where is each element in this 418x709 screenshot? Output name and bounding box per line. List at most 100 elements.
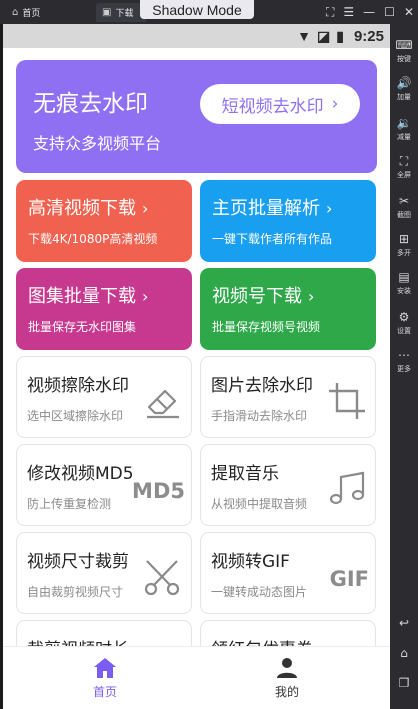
side-button-label: 加量	[397, 93, 411, 101]
chevron-right-icon: ›	[326, 199, 333, 218]
hero-title: 无痕去水印	[33, 91, 148, 117]
tool-crop-video-size[interactable]: 视频尺寸裁剪 自由裁剪视频尺寸	[16, 532, 192, 614]
eraser-icon	[147, 389, 179, 419]
side-button-install[interactable]: ▤ 安装	[390, 270, 418, 296]
feature-card-subtitle: 批量保存视频号视频	[212, 320, 321, 334]
menu-icon[interactable]: ☰	[343, 5, 354, 19]
window-controls: ⛶ ☰ — ☐ ✕	[326, 2, 414, 22]
side-button-volume-down[interactable]: 🔉 减量	[390, 116, 418, 142]
emulator-tab-label: 下载	[115, 9, 134, 19]
tool-video-erase-watermark[interactable]: 视频擦除水印 选中区域擦除水印	[16, 356, 192, 438]
feature-card-title: 高清视频下载	[28, 198, 136, 219]
app-icon: ▣	[102, 7, 112, 18]
back-icon: ↩	[398, 616, 410, 630]
side-button-volume-up[interactable]: 🔊 加量	[390, 76, 418, 102]
tool-title: 视频擦除水印	[27, 376, 129, 396]
home-icon	[94, 658, 116, 678]
side-button-label: 多开	[397, 249, 411, 257]
side-button-label: 截图	[397, 211, 411, 219]
close-icon[interactable]: ✕	[404, 5, 414, 19]
side-button-label: 按键	[397, 55, 411, 63]
tool-trim-video-duration[interactable]: 裁剪视频时长	[16, 620, 192, 646]
md5-icon: MD5	[132, 479, 185, 503]
side-button-keys[interactable]: ⌨ 按键	[390, 38, 418, 64]
status-bar: ▼ ◪ ▮ 9:25	[3, 24, 390, 48]
side-button-label: 减量	[397, 133, 411, 141]
feature-card-title: 图集批量下载	[28, 286, 136, 307]
feature-card-channels-download[interactable]: 视频号下载 › 批量保存视频号视频	[200, 268, 376, 350]
feature-card-subtitle: 一键下载作者所有作品	[212, 232, 333, 246]
shadow-mode-label: Shadow Mode	[140, 0, 254, 19]
nav-home[interactable]: 首页	[45, 647, 165, 709]
recents-icon: ❐	[398, 676, 410, 690]
multi-instance-icon: ⊞	[398, 232, 410, 246]
side-button-label: 安装	[397, 287, 411, 295]
gear-icon: ⚙	[398, 310, 410, 324]
feature-card-hd-download[interactable]: 高清视频下载 › 下载4K/1080P高清视频	[16, 180, 192, 262]
tool-red-envelope-coupon[interactable]: 领红包优惠券	[200, 620, 376, 646]
side-button-screenshot[interactable]: ✂ 截图	[390, 194, 418, 220]
nav-me-label: 我的	[274, 685, 299, 699]
tool-subtitle: 一键转成动态图片	[211, 585, 308, 599]
side-button-settings[interactable]: ⚙ 设置	[390, 310, 418, 336]
maximize-icon[interactable]: ☐	[384, 5, 395, 19]
fullscreen-icon: ⛶	[399, 154, 409, 168]
tool-video-to-gif[interactable]: 视频转GIF 一键转成动态图片 GIF	[200, 532, 376, 614]
emulator-tab-home[interactable]: ⌂ 首页	[6, 3, 86, 22]
hero-button-label: 短视频去水印	[221, 96, 324, 117]
tool-subtitle: 从视频中提取音频	[211, 497, 308, 511]
tool-title: 提取音乐	[211, 464, 279, 484]
bottom-navigation: 首页 我的	[3, 646, 390, 709]
scissors-icon	[144, 560, 180, 596]
feature-card-subtitle: 下载4K/1080P高清视频	[28, 232, 158, 246]
android-home-button[interactable]: ⌂	[390, 646, 418, 660]
hero-subtitle: 支持众多视频平台	[33, 134, 162, 153]
feature-card-gallery-download[interactable]: 图集批量下载 › 批量保存无水印图集	[16, 268, 192, 350]
tool-title: 领红包优惠券	[211, 635, 313, 646]
android-back-button[interactable]: ↩	[390, 616, 418, 630]
gif-icon: GIF	[329, 567, 369, 591]
tool-subtitle: 手指滑动去除水印	[211, 409, 308, 423]
crop-icon	[329, 383, 365, 419]
feature-card-title: 视频号下载	[212, 286, 302, 307]
chevron-right-icon: ›	[308, 287, 315, 306]
side-button-label: 更多	[397, 365, 411, 373]
tool-title: 视频尺寸裁剪	[27, 552, 129, 572]
minimize-icon[interactable]: —	[363, 5, 375, 19]
volume-down-icon: 🔉	[396, 116, 412, 130]
tool-modify-md5[interactable]: 修改视频MD5 防上传重复检测 MD5	[16, 444, 192, 526]
emulator-top-bar: ⌂ 首页 ▣ 下载 Shadow Mode ⛶ ☰ — ☐ ✕	[0, 0, 418, 24]
no-signal-icon: ◪	[317, 27, 331, 44]
phone-screen: ▼ ◪ ▮ 9:25 无痕去水印 支持众多视频平台 短视频去水印 › 高清视频下…	[3, 24, 390, 709]
music-note-icon	[329, 471, 365, 505]
android-recents-button[interactable]: ❐	[390, 676, 418, 690]
status-time: 9:25	[353, 27, 384, 45]
chevron-right-icon: ›	[331, 94, 339, 114]
feature-card-subtitle: 批量保存无水印图集	[28, 320, 137, 334]
short-video-watermark-button[interactable]: 短视频去水印 ›	[200, 84, 360, 124]
nav-home-label: 首页	[92, 685, 117, 699]
battery-icon: ▮	[336, 27, 344, 44]
tool-title: 修改视频MD5	[27, 464, 134, 484]
feature-card-title: 主页批量解析	[212, 198, 320, 219]
tool-subtitle: 选中区域擦除水印	[27, 409, 124, 423]
side-button-fullscreen[interactable]: ⛶ 全屏	[390, 154, 418, 180]
emulator-sidebar: ⌨ 按键 🔊 加量 🔉 减量 ⛶ 全屏 ✂ 截图 ⊞ 多开 ▤ 安装 ⚙ 设置 …	[390, 24, 418, 709]
tool-extract-music[interactable]: 提取音乐 从视频中提取音频	[200, 444, 376, 526]
nav-me[interactable]: 我的	[227, 647, 347, 709]
chevron-right-icon: ›	[142, 199, 149, 218]
tool-title: 视频转GIF	[211, 552, 290, 572]
more-icon: ⋯	[398, 348, 410, 362]
side-button-label: 设置	[397, 327, 411, 335]
side-button-multi[interactable]: ⊞ 多开	[390, 232, 418, 258]
emulator-tab-download[interactable]: ▣ 下载	[96, 3, 146, 22]
tool-image-remove-watermark[interactable]: 图片去除水印 手指滑动去除水印	[200, 356, 376, 438]
tool-subtitle: 自由裁剪视频尺寸	[27, 585, 124, 599]
side-button-more[interactable]: ⋯ 更多	[390, 348, 418, 374]
tool-subtitle: 防上传重复检测	[27, 497, 112, 511]
tool-title: 图片去除水印	[211, 376, 313, 396]
fullscreen-icon[interactable]: ⛶	[326, 5, 334, 20]
feature-card-batch-parse[interactable]: 主页批量解析 › 一键下载作者所有作品	[200, 180, 376, 262]
keyboard-icon: ⌨	[395, 38, 413, 52]
tool-title: 裁剪视频时长	[27, 635, 129, 646]
